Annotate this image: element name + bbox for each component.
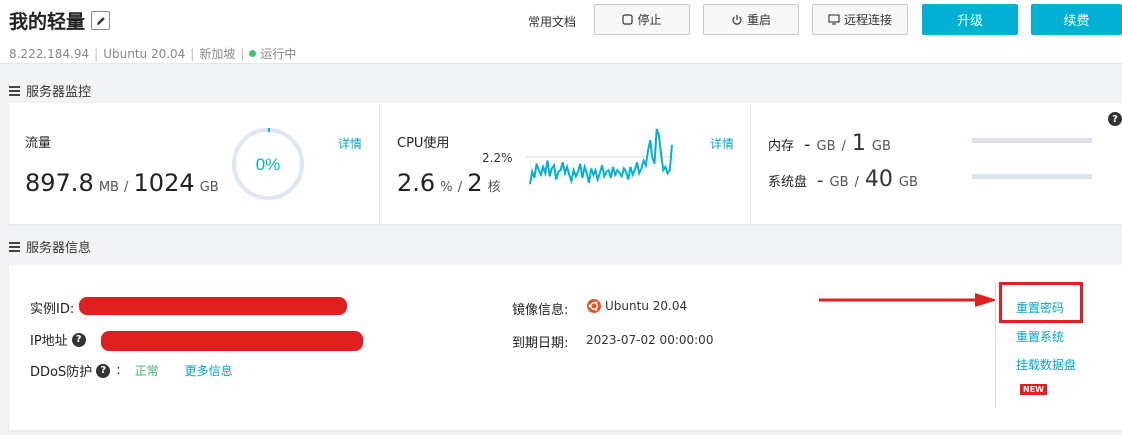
question-circle-icon[interactable]: ? [1108,112,1122,126]
monitor-section-label: 服务器监控 [26,85,92,100]
reset-system-link[interactable]: 重置系统 [1016,328,1064,345]
instance-id-label: 实例ID: [30,302,75,317]
memory-total-unit: GB [871,139,891,154]
expire-value: 2023-07-02 00:00:00 [586,333,714,347]
mount-disk-link[interactable]: 挂载数据盘 [1016,356,1076,373]
restart-label: 重启 [746,13,771,27]
renew-button[interactable]: 续费 [1031,4,1122,35]
disk-used-unit: GB [829,175,849,190]
info-section-title: 服务器信息 [9,237,91,256]
cpu-usage-unit: % [440,180,453,195]
redacted-ip-address [101,331,363,351]
separator: | [190,46,195,61]
expire-label: 到期日期: [512,336,569,351]
memory-label: 内存 [768,139,795,154]
traffic-detail-link[interactable]: 详情 [338,135,362,152]
disk-usage-bar [972,174,1092,179]
image-value-row: Ubuntu 20.04 [587,299,687,313]
redacted-instance-id [79,297,347,315]
monitor-icon [828,14,840,25]
disk-used: - [817,170,824,191]
stop-icon [622,14,634,25]
stop-label: 停止 [637,13,662,27]
ddos-status: 正常 [134,364,159,378]
edit-icon[interactable] [91,11,111,30]
power-icon [732,14,742,25]
os-text: Ubuntu 20.04 [103,46,186,61]
disk-total-unit: GB [898,175,918,190]
info-section-label: 服务器信息 [26,241,92,256]
status-dot-icon [249,50,257,57]
remote-connect-button[interactable]: 远程连接 [812,4,908,35]
cpu-value: 2.6 % / 2 核 [397,169,501,197]
traffic-used-unit: MB [98,180,119,195]
docs-link[interactable]: 常用文档 [528,13,576,30]
region-text: 新加坡 [199,47,236,61]
traffic-panel: 流量 897.8 MB / 1024 GB 0% 详情 [9,103,379,224]
memory-row: 内存 - GB / 1 GB [768,131,891,156]
image-label: 镜像信息: [512,303,569,318]
cpu-usage: 2.6 [397,169,436,197]
traffic-value: 897.8 MB / 1024 GB [25,169,219,197]
ddos-label: DDoS防护 [30,365,93,380]
traffic-label: 流量 [25,136,52,151]
separator: | [240,46,245,61]
resource-panel: 内存 - GB / 1 GB 系统盘 - GB / 40 GB ? [751,103,1122,224]
traffic-total-unit: GB [199,180,219,195]
memory-total: 1 [851,131,866,156]
traffic-used: 897.8 [25,169,94,197]
reset-password-link[interactable]: 重置密码 [1016,299,1064,316]
list-icon [9,85,20,96]
traffic-total: 1024 [133,169,195,197]
page-title: 我的轻量 [9,11,86,33]
new-badge: NEW [1020,384,1047,395]
monitor-section-title: 服务器监控 [9,81,91,100]
page-title-row: 我的轻量 [9,7,111,34]
cpu-detail-link[interactable]: 详情 [710,135,734,152]
cpu-label: CPU使用 [397,136,450,151]
more-info-link[interactable]: 更多信息 [185,362,233,379]
actions-divider [995,282,996,408]
stop-button[interactable]: 停止 [594,4,690,35]
top-bar: 我的轻量 8.222.184.94 | Ubuntu 20.04 | 新加坡 |… [0,0,1122,64]
disk-total: 40 [864,167,893,192]
question-circle-icon[interactable]: ? [71,332,86,347]
ip-label: IP地址 [30,334,68,349]
traffic-ring-chart: 0% [232,128,304,200]
restart-button[interactable]: 重启 [703,4,799,35]
disk-row: 系统盘 - GB / 40 GB [768,167,918,192]
instance-meta: 8.222.184.94 | Ubuntu 20.04 | 新加坡 | 运行中 [9,45,296,62]
disk-label: 系统盘 [768,175,808,190]
renew-label: 续费 [1063,14,1090,29]
cpu-panel: CPU使用 2.6 % / 2 核 2.2% 详情 [380,103,750,224]
cpu-sparkline-chart [526,128,676,185]
red-arrow-annotation [819,293,997,307]
image-value: Ubuntu 20.04 [605,299,688,313]
upgrade-label: 升级 [956,14,983,29]
separator: | [94,46,99,61]
question-circle-icon[interactable]: ? [96,363,111,378]
ddos-row: DDoS防护 ? : 正常 更多信息 [30,362,233,380]
cpu-cores: 2 [467,169,483,197]
upgrade-button[interactable]: 升级 [922,4,1018,35]
cpu-peak-label: 2.2% [482,151,513,165]
traffic-percent: 0% [256,155,281,174]
ip-row: IP地址 ? [30,330,86,349]
list-icon [9,241,20,252]
memory-used: - [804,134,811,155]
memory-usage-bar [972,138,1092,143]
remote-connect-label: 远程连接 [843,13,892,27]
ubuntu-icon [587,299,601,313]
memory-used-unit: GB [816,139,836,154]
server-info-card: 实例ID: IP地址 ? DDoS防护 ? : 正常 更多信息 镜像信息: Ub… [9,265,1122,430]
monitor-card: 流量 897.8 MB / 1024 GB 0% 详情 CPU使用 2.6 % … [9,103,1122,224]
status-text: 运行中 [260,47,297,61]
cpu-cores-unit: 核 [487,180,501,195]
ip-text: 8.222.184.94 [9,46,90,61]
